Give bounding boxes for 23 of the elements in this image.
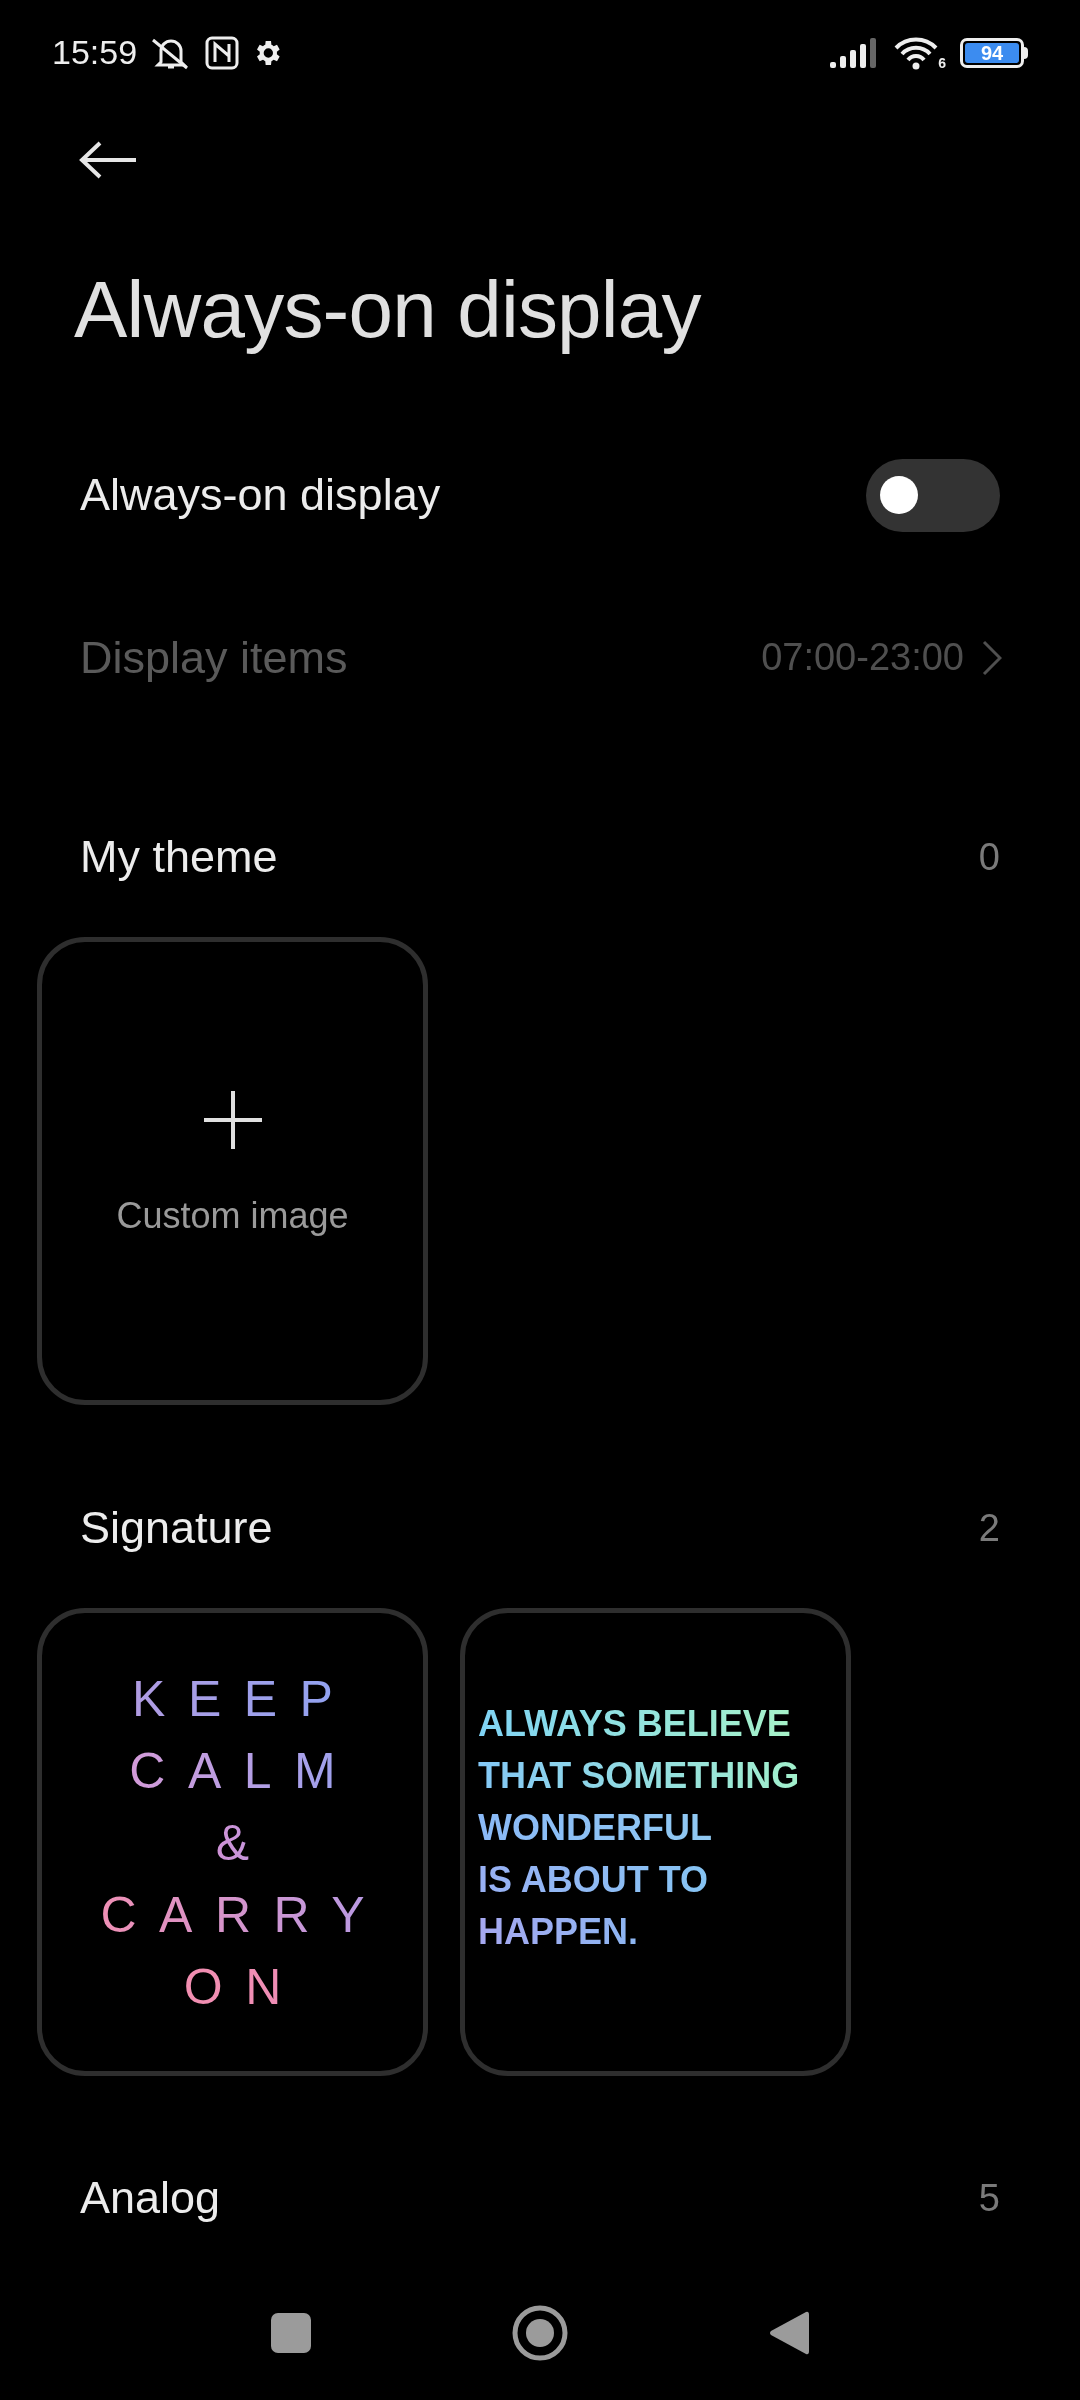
home-icon[interactable]	[512, 2304, 568, 2361]
setting-label: Display items	[80, 630, 348, 685]
setting-label: Always-on display	[80, 468, 441, 523]
chevron-right-icon	[982, 639, 1002, 676]
section-title: Signature	[80, 1501, 273, 1556]
section-title: My theme	[80, 830, 278, 885]
section-count: 2	[978, 1505, 1000, 1551]
plus-icon	[201, 1089, 264, 1151]
section-title: Analog	[80, 2171, 221, 2226]
wifi-icon	[894, 35, 939, 70]
wifi-number: 6	[938, 55, 946, 70]
section-count: 5	[978, 2175, 1000, 2221]
battery-indicator: 94	[960, 37, 1028, 68]
status-time: 15:59	[52, 32, 138, 73]
signature-card[interactable]: ALWAYS BELIEVE THAT SOMETHING WONDERFUL IS ABOUT TO HAPPEN.	[460, 1608, 851, 2076]
recents-icon[interactable]	[270, 2311, 312, 2354]
card-label: Custom image	[116, 1194, 349, 1238]
setting-value: 07:00-23:00	[761, 635, 964, 680]
nfc-icon	[205, 35, 240, 70]
signature-card[interactable]: KEEP CALM & CARRY ON	[37, 1608, 428, 2076]
custom-image-card[interactable]: Custom image	[37, 937, 428, 1405]
section-count: 0	[978, 834, 1000, 880]
back-icon	[78, 140, 138, 180]
